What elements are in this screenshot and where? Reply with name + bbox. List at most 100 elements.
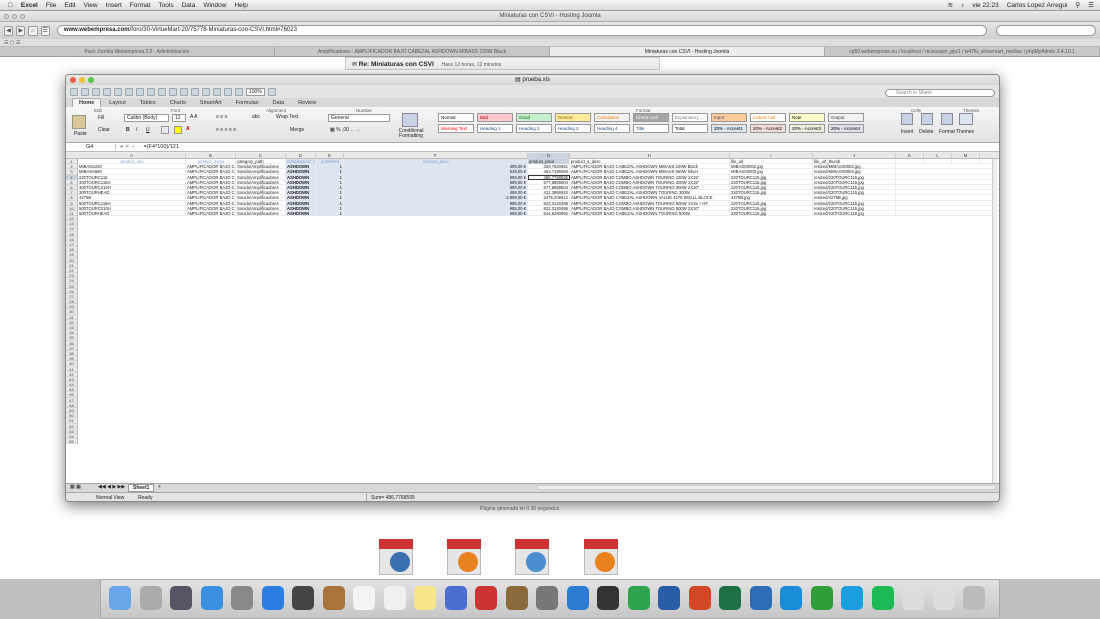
undo-icon[interactable] bbox=[169, 87, 177, 96]
photo-booth-icon[interactable] bbox=[475, 586, 497, 610]
themes-icon[interactable] bbox=[959, 113, 973, 125]
system-prefs-icon[interactable] bbox=[231, 586, 253, 610]
delete-cells-icon[interactable] bbox=[921, 113, 933, 125]
minimize-icon[interactable] bbox=[79, 77, 85, 83]
grow-font-icon[interactable]: A A bbox=[190, 114, 198, 120]
preferences-icon[interactable] bbox=[536, 586, 558, 610]
home-icon[interactable]: ⌂ bbox=[28, 25, 38, 36]
cell-style-check-cell[interactable]: Check Cell bbox=[633, 113, 669, 122]
conditional-formatting-button[interactable]: Conditional Formatting bbox=[396, 129, 426, 139]
new-icon[interactable] bbox=[70, 87, 78, 96]
cell-style-good[interactable]: Good bbox=[516, 113, 552, 122]
utorrent-icon[interactable] bbox=[627, 586, 650, 610]
horizontal-scrollbar[interactable] bbox=[536, 485, 996, 490]
format-cells-icon[interactable] bbox=[941, 113, 953, 125]
cell-style-note[interactable]: Note bbox=[789, 113, 825, 122]
cell-a[interactable]: 500TOURHEAD bbox=[78, 211, 186, 217]
horizontal-align-icons[interactable]: ≡ ≡ ≡ ≡ ≡ bbox=[216, 127, 236, 133]
close-icon[interactable] bbox=[70, 77, 76, 83]
browser-search-field[interactable] bbox=[995, 25, 1097, 36]
vertical-scrollbar[interactable] bbox=[992, 159, 997, 484]
font-name-field[interactable]: Calibri (Body) bbox=[124, 114, 169, 122]
cell-style-normal[interactable]: Normal bbox=[438, 113, 474, 122]
camera-icon[interactable] bbox=[597, 586, 619, 610]
formula-icons[interactable]: ● ✕ ✓ bbox=[116, 144, 140, 150]
skype-icon[interactable] bbox=[841, 586, 863, 610]
cell-j[interactable]: resized/220TOURC115.jpg bbox=[813, 211, 896, 217]
post-title[interactable]: Re: Miniaturas con CSVI bbox=[359, 61, 434, 68]
word-icon[interactable] bbox=[658, 586, 680, 610]
menu-data[interactable]: Data bbox=[182, 2, 196, 9]
align-icons[interactable]: ≡ ≡ ≡ bbox=[216, 114, 228, 120]
open-icon[interactable] bbox=[92, 87, 100, 96]
zoom-icon[interactable] bbox=[20, 14, 25, 19]
paste-icon[interactable] bbox=[72, 115, 86, 129]
redo-icon[interactable] bbox=[180, 87, 188, 96]
insert-cells-icon[interactable] bbox=[901, 113, 913, 125]
clock[interactable]: vie 22:23 bbox=[972, 2, 998, 9]
apple-icon[interactable]:  bbox=[8, 2, 13, 9]
format-painter-icon[interactable] bbox=[158, 87, 166, 96]
cell-style-calculation[interactable]: Calculation bbox=[594, 113, 630, 122]
orientation-icon[interactable]: abc bbox=[252, 114, 260, 120]
spotify-icon[interactable] bbox=[871, 586, 894, 610]
cell-style-bad[interactable]: Bad bbox=[477, 113, 513, 122]
url-field[interactable]: www.webempresa.com/foro/30-VirtueMart-20… bbox=[56, 25, 987, 36]
gallery-icon[interactable] bbox=[224, 87, 232, 96]
zoom-field[interactable]: 100% bbox=[246, 87, 265, 96]
menu-help[interactable]: Help bbox=[234, 2, 247, 9]
italic-button[interactable]: I bbox=[136, 127, 137, 133]
back-icon[interactable]: ◀ bbox=[4, 25, 14, 36]
notes-icon[interactable] bbox=[414, 586, 436, 610]
number-format-icons[interactable]: ▦ % ,00 ←→ bbox=[330, 127, 360, 133]
number-format-select[interactable]: General bbox=[328, 114, 390, 122]
forward-icon[interactable]: ▶ bbox=[16, 25, 26, 36]
browser-tab[interactable]: Amplificadores : AMPLIFICADOR BAJO CABEZ… bbox=[275, 47, 550, 56]
sheet-tab-sheet1[interactable]: Sheet1 bbox=[128, 484, 155, 492]
cell-style-linked-cell[interactable]: Linked Cell bbox=[750, 113, 786, 122]
volume-icon[interactable]: ♪ bbox=[961, 2, 964, 9]
messenger-icon[interactable] bbox=[810, 586, 833, 610]
excel-icon[interactable] bbox=[719, 586, 741, 610]
font-size-field[interactable]: 12 bbox=[172, 114, 186, 122]
view-buttons[interactable]: ▦ ▦ bbox=[70, 484, 81, 490]
template-icon[interactable] bbox=[81, 87, 89, 96]
font-color-icon[interactable]: A bbox=[186, 126, 190, 132]
spreadsheet-grid[interactable]: ABCDEFGHIJKLM 1 2 3 4 5 6 7 8 9 10 11 12 13 14 15 16 17 1… bbox=[66, 153, 999, 483]
product-box-thumbnail[interactable] bbox=[375, 537, 419, 579]
itunes-icon[interactable] bbox=[444, 586, 467, 610]
browser-tab[interactable]: Pack Joomla Webempresa 2.5 - Administrac… bbox=[0, 47, 275, 56]
print-icon[interactable] bbox=[114, 87, 122, 96]
cell-style-warning-text[interactable]: Warning Text bbox=[438, 124, 474, 133]
wrap-text-button[interactable]: Wrap Text bbox=[276, 114, 298, 120]
bold-button[interactable]: B bbox=[126, 127, 130, 133]
merge-button[interactable]: Merge bbox=[290, 127, 304, 133]
cell-style-20-accent4[interactable]: 20% - Accent4 bbox=[828, 124, 864, 133]
close-icon[interactable] bbox=[4, 14, 9, 19]
tab-home[interactable]: Home bbox=[72, 98, 102, 107]
cell-style-neutral[interactable]: Neutral bbox=[555, 113, 591, 122]
powerpoint-icon[interactable] bbox=[688, 586, 711, 610]
notification-icon[interactable]: ☰ bbox=[1088, 1, 1094, 9]
paste-icon[interactable] bbox=[147, 87, 155, 96]
minimize-icon[interactable] bbox=[12, 14, 17, 19]
tab-charts[interactable]: Charts bbox=[164, 99, 192, 107]
insert-button[interactable]: Insert bbox=[901, 129, 914, 135]
outlook-icon[interactable] bbox=[749, 586, 772, 610]
mission-control-icon[interactable] bbox=[170, 586, 192, 610]
sheet-nav-icons[interactable]: ◀◀ ◀ ▶ ▶▶ bbox=[98, 484, 125, 490]
conditional-formatting-icon[interactable] bbox=[402, 113, 418, 127]
name-box[interactable]: G4 bbox=[66, 144, 116, 150]
safari-icon[interactable] bbox=[261, 586, 284, 610]
cell-h[interactable]: AMPLIFICADOR BAJO CABEZAL ASHDOWN TOURIN… bbox=[570, 211, 730, 217]
cell-style-heading-2[interactable]: Heading 2 bbox=[516, 124, 552, 133]
calendar-icon[interactable] bbox=[353, 586, 375, 610]
themes-button[interactable]: Themes bbox=[956, 129, 974, 135]
wifi-icon[interactable]: ≋ bbox=[948, 1, 953, 9]
borders-icon[interactable] bbox=[161, 126, 169, 134]
menu-format[interactable]: Format bbox=[130, 2, 151, 9]
toolbox-icon[interactable] bbox=[235, 87, 243, 96]
menu-file[interactable]: File bbox=[46, 2, 56, 9]
app-store-icon[interactable] bbox=[200, 586, 223, 610]
cell-style-heading-1[interactable]: Heading 1 bbox=[477, 124, 513, 133]
